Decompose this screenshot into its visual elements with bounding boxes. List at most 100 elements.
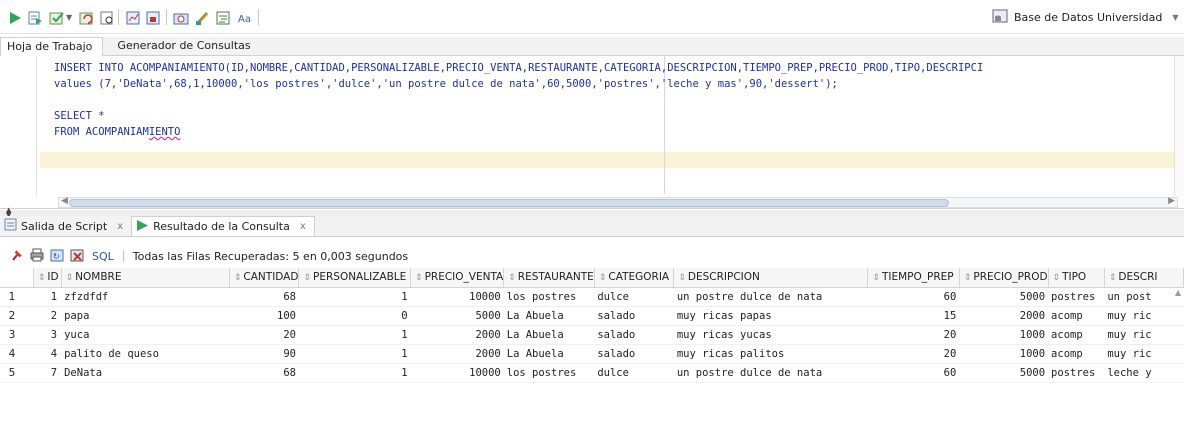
cell-categoria[interactable]: dulce bbox=[594, 287, 674, 307]
run-script-icon[interactable] bbox=[26, 9, 43, 26]
cell-descripcion[interactable]: muy ricas yucas bbox=[673, 325, 868, 345]
cell-nombre[interactable]: DeNata bbox=[61, 363, 230, 383]
autotrace-icon[interactable] bbox=[124, 9, 141, 26]
cell-descripcion[interactable]: muy ricas papas bbox=[673, 306, 868, 326]
scroll-up-icon[interactable]: ▲ bbox=[1175, 288, 1181, 297]
grid-vertical-scrollbar[interactable]: ▲ bbox=[1174, 288, 1184, 408]
cell-id[interactable]: 7 bbox=[33, 363, 62, 383]
cell-cantidad[interactable]: 100 bbox=[229, 306, 299, 326]
cell-tiempo-prep[interactable]: 60 bbox=[867, 287, 960, 307]
cell-restaurante[interactable]: La Abuela bbox=[503, 306, 595, 326]
cell-descripcion[interactable]: un postre dulce de nata bbox=[673, 287, 868, 307]
cell-precio-venta[interactable]: 2000 bbox=[410, 344, 504, 364]
cell-cantidad[interactable]: 68 bbox=[229, 363, 299, 383]
case-toggle-icon[interactable]: Aa bbox=[236, 9, 253, 26]
sql-history-icon[interactable] bbox=[172, 9, 189, 26]
cell-categoria[interactable]: salado bbox=[594, 325, 674, 345]
cell-restaurante[interactable]: La Abuela bbox=[503, 325, 595, 345]
column-header-cantidad[interactable]: ⇕ CANTIDAD bbox=[229, 268, 300, 288]
column-header-precio-venta[interactable]: ⇕ PRECIO_VENTA bbox=[410, 268, 505, 288]
pin-icon[interactable] bbox=[10, 248, 24, 265]
tab-resultado-de-la-consulta[interactable]: Resultado de la Consulta x bbox=[131, 216, 315, 236]
cell-tiempo-prep[interactable]: 60 bbox=[867, 363, 960, 383]
table-row[interactable]: 1 1 zfzdfdf 68 1 10000 los postres dulce… bbox=[0, 287, 1184, 307]
cell-descripcion-2[interactable]: muy ric bbox=[1104, 344, 1184, 364]
cell-tiempo-prep[interactable]: 20 bbox=[867, 344, 960, 364]
column-header-tiempo-prep[interactable]: ⇕ TIEMPO_PREP bbox=[867, 268, 960, 288]
cell-id[interactable]: 1 bbox=[33, 287, 62, 307]
table-row[interactable]: 3 3 yuca 20 1 2000 La Abuela salado muy … bbox=[0, 325, 1184, 345]
cell-nombre[interactable]: palito de queso bbox=[61, 344, 230, 364]
cell-precio-prod[interactable]: 1000 bbox=[959, 344, 1049, 364]
cell-precio-venta[interactable]: 2000 bbox=[410, 325, 504, 345]
commit-dropdown-icon[interactable]: ▼ bbox=[66, 13, 72, 22]
column-header-categoria[interactable]: ⇕ CATEGORIA bbox=[594, 268, 675, 288]
column-header-descripcion-2[interactable]: ⇕ DESCRI bbox=[1104, 268, 1184, 288]
cell-precio-venta[interactable]: 10000 bbox=[410, 287, 504, 307]
tab-salida-de-script[interactable]: Salida de Script x bbox=[0, 216, 131, 236]
sql-editor[interactable]: INSERT INTO ACOMPANIAMIENTO(ID,NOMBRE,CA… bbox=[0, 56, 1184, 209]
editor-vertical-scrollbar[interactable] bbox=[1174, 56, 1184, 196]
cell-id[interactable]: 2 bbox=[33, 306, 62, 326]
cell-personalizable[interactable]: 1 bbox=[298, 344, 411, 364]
cell-personalizable[interactable]: 1 bbox=[298, 363, 411, 383]
cell-nombre[interactable]: zfzdfdf bbox=[61, 287, 230, 307]
cell-cantidad[interactable]: 68 bbox=[229, 287, 299, 307]
cell-tipo[interactable]: acomp bbox=[1048, 325, 1105, 345]
column-header-precio-prod[interactable]: ⇕ PRECIO_PROD bbox=[959, 268, 1049, 288]
column-header-nombre[interactable]: ⇕ NOMBRE bbox=[61, 268, 230, 288]
print-icon[interactable] bbox=[30, 248, 44, 265]
cell-nombre[interactable]: yuca bbox=[61, 325, 230, 345]
column-header-id[interactable]: ⇕ ID bbox=[33, 268, 62, 288]
delete-icon[interactable] bbox=[70, 248, 84, 265]
column-header-restaurante[interactable]: ⇕ RESTAURANTE bbox=[503, 268, 595, 288]
close-icon[interactable]: x bbox=[300, 221, 306, 232]
cell-descripcion-2[interactable]: un post bbox=[1104, 287, 1184, 307]
cell-categoria[interactable]: salado bbox=[594, 344, 674, 364]
scroll-left-icon[interactable]: ◀ bbox=[61, 196, 68, 206]
format-sql-icon[interactable] bbox=[214, 9, 231, 26]
cell-cantidad[interactable]: 20 bbox=[229, 325, 299, 345]
run-statement-icon[interactable] bbox=[6, 9, 23, 26]
cell-categoria[interactable]: dulce bbox=[594, 363, 674, 383]
cell-categoria[interactable]: salado bbox=[594, 306, 674, 326]
cell-descripcion-2[interactable]: muy ric bbox=[1104, 306, 1184, 326]
connection-selector[interactable]: Base de Datos Universidad ▼ bbox=[984, 6, 1184, 28]
cell-restaurante[interactable]: los postres bbox=[503, 287, 595, 307]
refresh-icon[interactable]: ↻ bbox=[50, 248, 64, 265]
table-row[interactable]: 4 4 palito de queso 90 1 2000 La Abuela … bbox=[0, 344, 1184, 364]
cell-id[interactable]: 3 bbox=[33, 325, 62, 345]
column-header-tipo[interactable]: ⇕ TIPO bbox=[1048, 268, 1105, 288]
table-row[interactable]: 2 2 papa 100 0 5000 La Abuela salado muy… bbox=[0, 306, 1184, 326]
cell-tiempo-prep[interactable]: 20 bbox=[867, 325, 960, 345]
scrollbar-thumb[interactable] bbox=[69, 199, 949, 207]
cell-personalizable[interactable]: 0 bbox=[298, 306, 411, 326]
sql-link[interactable]: SQL bbox=[92, 250, 114, 263]
cell-precio-prod[interactable]: 5000 bbox=[959, 363, 1049, 383]
cell-tipo[interactable]: acomp bbox=[1048, 344, 1105, 364]
cell-tipo[interactable]: postres bbox=[1048, 287, 1105, 307]
cell-descripcion[interactable]: muy ricas palitos bbox=[673, 344, 868, 364]
cell-personalizable[interactable]: 1 bbox=[298, 325, 411, 345]
cell-precio-venta[interactable]: 5000 bbox=[410, 306, 504, 326]
close-icon[interactable]: x bbox=[117, 221, 123, 232]
table-row[interactable]: 5 7 DeNata 68 1 10000 los postres dulce … bbox=[0, 363, 1184, 383]
cell-cantidad[interactable]: 90 bbox=[229, 344, 299, 364]
rollback-icon[interactable] bbox=[78, 9, 95, 26]
column-header-personalizable[interactable]: ⇕ PERSONALIZABLE bbox=[298, 268, 412, 288]
cell-tipo[interactable]: postres bbox=[1048, 363, 1105, 383]
explain-plan-icon[interactable] bbox=[98, 9, 115, 26]
commit-icon[interactable] bbox=[48, 9, 65, 26]
column-header-descripcion[interactable]: ⇕ DESCRIPCION bbox=[673, 268, 869, 288]
cell-restaurante[interactable]: los postres bbox=[503, 363, 595, 383]
cell-descripcion-2[interactable]: leche y bbox=[1104, 363, 1184, 383]
cell-precio-prod[interactable]: 1000 bbox=[959, 325, 1049, 345]
tuning-advisor-icon[interactable] bbox=[144, 9, 161, 26]
scroll-right-icon[interactable]: ▶ bbox=[1168, 196, 1175, 206]
cell-id[interactable]: 4 bbox=[33, 344, 62, 364]
cell-personalizable[interactable]: 1 bbox=[298, 287, 411, 307]
cell-tipo[interactable]: acomp bbox=[1048, 306, 1105, 326]
cell-tiempo-prep[interactable]: 15 bbox=[867, 306, 960, 326]
cell-precio-prod[interactable]: 5000 bbox=[959, 287, 1049, 307]
cell-nombre[interactable]: papa bbox=[61, 306, 230, 326]
